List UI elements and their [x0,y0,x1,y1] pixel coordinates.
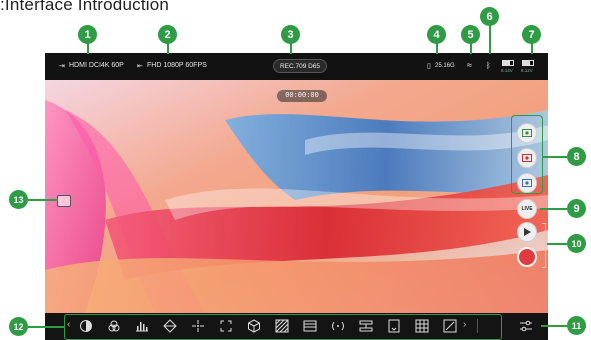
playback-group-bracket [542,223,546,268]
input-signal-label: HDMI DCI4K 60P [69,62,124,69]
callout-2: 2 [158,25,177,44]
lut-label: REC.709 D65 [279,63,321,70]
bluetooth-icon[interactable]: ᛒ [486,61,491,70]
status-bar: ⇥ HDMI DCI4K 60P ⇤ FHD 1080P 60FPS REC.7… [45,53,548,80]
callout-5: 5 [461,25,480,44]
toolbar-callout-bracket [64,314,502,340]
battery1-icon [502,60,514,66]
callout-7: 7 [522,25,541,44]
callout-line [489,24,491,54]
battery2-voltage: 8.12V [521,68,533,73]
settings-icon[interactable] [519,319,533,333]
callout-1: 1 [78,25,97,44]
callout-11: 11 [567,316,586,335]
output-signal-label: FHD 1080P 60FPS [147,62,207,69]
callout-4: 4 [427,25,446,44]
callout-6: 6 [480,7,499,26]
page-title: :Interface Introduction [0,0,170,14]
timecode-display: 00:00:00 [277,90,327,102]
callout-12: 12 [9,317,28,336]
monitor-screen: ⇥ HDMI DCI4K 60P ⇤ FHD 1080P 60FPS REC.7… [45,53,548,340]
capture-callout-bracket [511,115,543,194]
callout-8: 8 [567,147,586,166]
callout-3: 3 [281,25,300,44]
wifi-icon[interactable]: ≈ [467,60,472,70]
callout-line [541,325,567,327]
callout-line [543,156,567,158]
callout-9: 9 [567,199,586,218]
callout-10: 10 [567,234,586,253]
storage-icon: ▯ [427,63,431,70]
input-source-icon: ⇥ [59,63,65,70]
battery1-voltage: 8.14V [501,68,513,73]
callout-line [28,326,64,328]
callout-line [547,243,567,245]
storage-label: 25.16G [435,63,455,69]
live-button[interactable]: LIVE [517,199,537,219]
waveform-overlay-button[interactable] [57,195,71,207]
record-button[interactable] [517,247,537,267]
output-signal-icon: ⇤ [137,63,143,70]
play-button[interactable] [517,222,537,242]
callout-13: 13 [9,190,28,209]
callout-line [540,208,567,210]
battery2-icon [522,60,534,66]
lut-badge[interactable]: REC.709 D65 [273,59,327,73]
video-preview[interactable] [45,80,548,313]
callout-line [28,199,58,201]
